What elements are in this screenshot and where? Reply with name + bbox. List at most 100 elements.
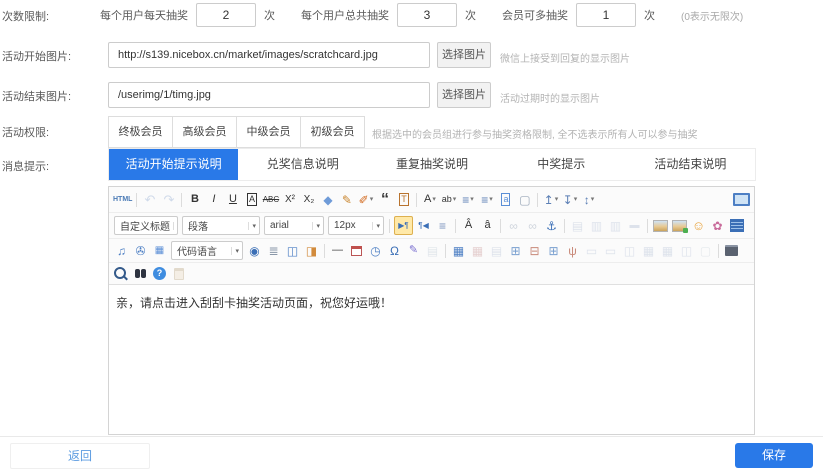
quick-date-glyph: ▦: [155, 246, 164, 256]
strikethrough-icon[interactable]: ABC: [262, 191, 279, 208]
chevron-down-icon: ▾: [372, 222, 381, 230]
member-option-3[interactable]: 中级会员: [237, 117, 301, 147]
redo-icon: ↷: [160, 191, 177, 208]
start-image-pick-button[interactable]: 选择图片: [437, 42, 491, 68]
format-brush-icon[interactable]: ✎: [338, 191, 355, 208]
auto-typeset-icon[interactable]: a: [497, 191, 514, 208]
table-style-icon: ▦: [659, 242, 676, 259]
page-break-icon[interactable]: ≣: [265, 242, 282, 259]
source-code-icon[interactable]: HTML: [113, 191, 132, 208]
message-edit-icon[interactable]: ✎: [405, 242, 422, 259]
paragraph-indent-icon[interactable]: ≡: [434, 217, 451, 234]
insert-date-icon[interactable]: [348, 242, 365, 259]
help-icon[interactable]: ?: [151, 265, 168, 282]
eraser-glyph: ◆: [323, 194, 332, 206]
paragraph-select[interactable]: 段落▾: [182, 216, 260, 235]
font-family-select[interactable]: arial▾: [264, 216, 324, 235]
underline-icon[interactable]: U: [224, 191, 241, 208]
quick-date-icon[interactable]: ▦: [151, 242, 168, 259]
delete-row-icon[interactable]: ⊟: [526, 242, 543, 259]
to-lowercase-icon[interactable]: â: [479, 217, 496, 234]
member-option-4[interactable]: 初级会员: [301, 117, 364, 147]
code-language-select[interactable]: 代码语言▾: [171, 241, 243, 260]
table-border-icon: ◫: [678, 242, 695, 259]
paragraph-indent-glyph: ≡: [439, 220, 446, 232]
end-image-label: 活动结束图片:: [2, 88, 71, 104]
paste-plain-text-icon[interactable]: T: [395, 191, 412, 208]
tab-4[interactable]: 中奖提示: [497, 149, 626, 180]
blockquote-icon[interactable]: “: [376, 191, 393, 208]
snapshot-icon[interactable]: ◨: [303, 242, 320, 259]
total-draw-limit-input[interactable]: [397, 3, 457, 27]
insert-image-glyph: [653, 220, 668, 232]
table-style-glyph: ▦: [662, 245, 673, 257]
start-image-input[interactable]: [108, 42, 430, 68]
unordered-list-glyph: ≡: [481, 194, 488, 206]
scrawl-icon[interactable]: ✿: [709, 217, 726, 234]
new-doc-icon: ▢: [697, 242, 714, 259]
ltr-icon[interactable]: ▶¶: [394, 216, 413, 235]
paragraph-select-value: 段落: [188, 218, 208, 233]
footer-divider: [0, 436, 823, 437]
emotion-icon[interactable]: ☺: [690, 217, 707, 234]
daily-draw-limit-input[interactable]: [196, 3, 256, 27]
save-button[interactable]: 保存: [735, 443, 813, 468]
char-border-icon[interactable]: A: [243, 191, 260, 208]
font-family-select-value: arial: [270, 220, 289, 231]
insert-video-icon[interactable]: [728, 217, 745, 234]
tab-3[interactable]: 重复抽奖说明: [367, 149, 496, 180]
font-color-icon[interactable]: A▾: [421, 191, 438, 208]
map-icon[interactable]: ◉: [246, 242, 263, 259]
table-full-width-icon: ▦: [640, 242, 657, 259]
insert-audio-icon[interactable]: ♫: [113, 242, 130, 259]
toolbar-separator: [455, 219, 456, 233]
split-cell-icon[interactable]: ψ: [564, 242, 581, 259]
custom-title-select[interactable]: 自定义标题▾: [114, 216, 178, 235]
tab-5[interactable]: 活动结束说明: [626, 149, 755, 180]
merge-cells-icon[interactable]: ⊞: [507, 242, 524, 259]
eraser-icon[interactable]: ◆: [319, 191, 336, 208]
chevron-down-icon: ▾: [591, 196, 595, 203]
rtl-icon[interactable]: ¶◀: [415, 217, 432, 234]
member-option-2[interactable]: 高级会员: [173, 117, 237, 147]
back-button[interactable]: 返回: [10, 443, 150, 469]
limit-hint: (0表示无限次): [681, 8, 743, 23]
scrawl-pen-icon[interactable]: ✐▾: [357, 191, 374, 208]
preview-icon[interactable]: [132, 265, 149, 282]
insert-time-icon[interactable]: ◷: [367, 242, 384, 259]
italic-icon[interactable]: I: [205, 191, 222, 208]
ordered-list-icon[interactable]: ≡▾: [459, 191, 476, 208]
image-transfer-icon[interactable]: [671, 217, 688, 234]
text-highlight-icon[interactable]: ab▾: [440, 191, 457, 208]
insert-image-icon[interactable]: [652, 217, 669, 234]
member-option-1[interactable]: 终极会员: [109, 117, 173, 147]
bold-icon[interactable]: B: [186, 191, 203, 208]
redo-glyph: ↷: [164, 193, 175, 206]
line-height-icon[interactable]: ↕▾: [580, 191, 597, 208]
insert-table-icon[interactable]: ▦: [450, 242, 467, 259]
special-char-icon[interactable]: Ω: [386, 242, 403, 259]
horizontal-rule-icon[interactable]: —: [329, 242, 346, 259]
attachment-icon[interactable]: ✇: [132, 242, 149, 259]
insert-col-icon[interactable]: ⊞: [545, 242, 562, 259]
superscript-icon[interactable]: X²: [281, 191, 298, 208]
print-icon[interactable]: [723, 242, 740, 259]
anchor-icon[interactable]: ⚓: [543, 217, 560, 234]
search-replace-icon[interactable]: [113, 265, 130, 282]
font-size-select[interactable]: 12px▾: [328, 216, 384, 235]
tab-2[interactable]: 兑奖信息说明: [238, 149, 367, 180]
blank-doc-icon[interactable]: ▢: [516, 191, 533, 208]
insert-iframe-icon[interactable]: ◫: [284, 242, 301, 259]
subscript-icon[interactable]: X₂: [300, 191, 317, 208]
fullscreen-icon[interactable]: [733, 191, 750, 208]
end-image-pick-button[interactable]: 选择图片: [437, 82, 491, 108]
paragraph-spacing-top-icon[interactable]: ↥▾: [542, 191, 559, 208]
end-image-input[interactable]: [108, 82, 430, 108]
member-extra-draw-input[interactable]: [576, 3, 636, 27]
to-uppercase-icon[interactable]: Â: [460, 217, 477, 234]
paragraph-spacing-bottom-icon[interactable]: ↧▾: [561, 191, 578, 208]
editor-content[interactable]: 亲，请点击进入刮刮卡抽奖活动页面，祝您好运哦！: [109, 285, 754, 434]
unordered-list-icon[interactable]: ≡▾: [478, 191, 495, 208]
tab-1[interactable]: 活动开始提示说明: [109, 149, 238, 180]
table-full-width-glyph: ▦: [643, 245, 654, 257]
